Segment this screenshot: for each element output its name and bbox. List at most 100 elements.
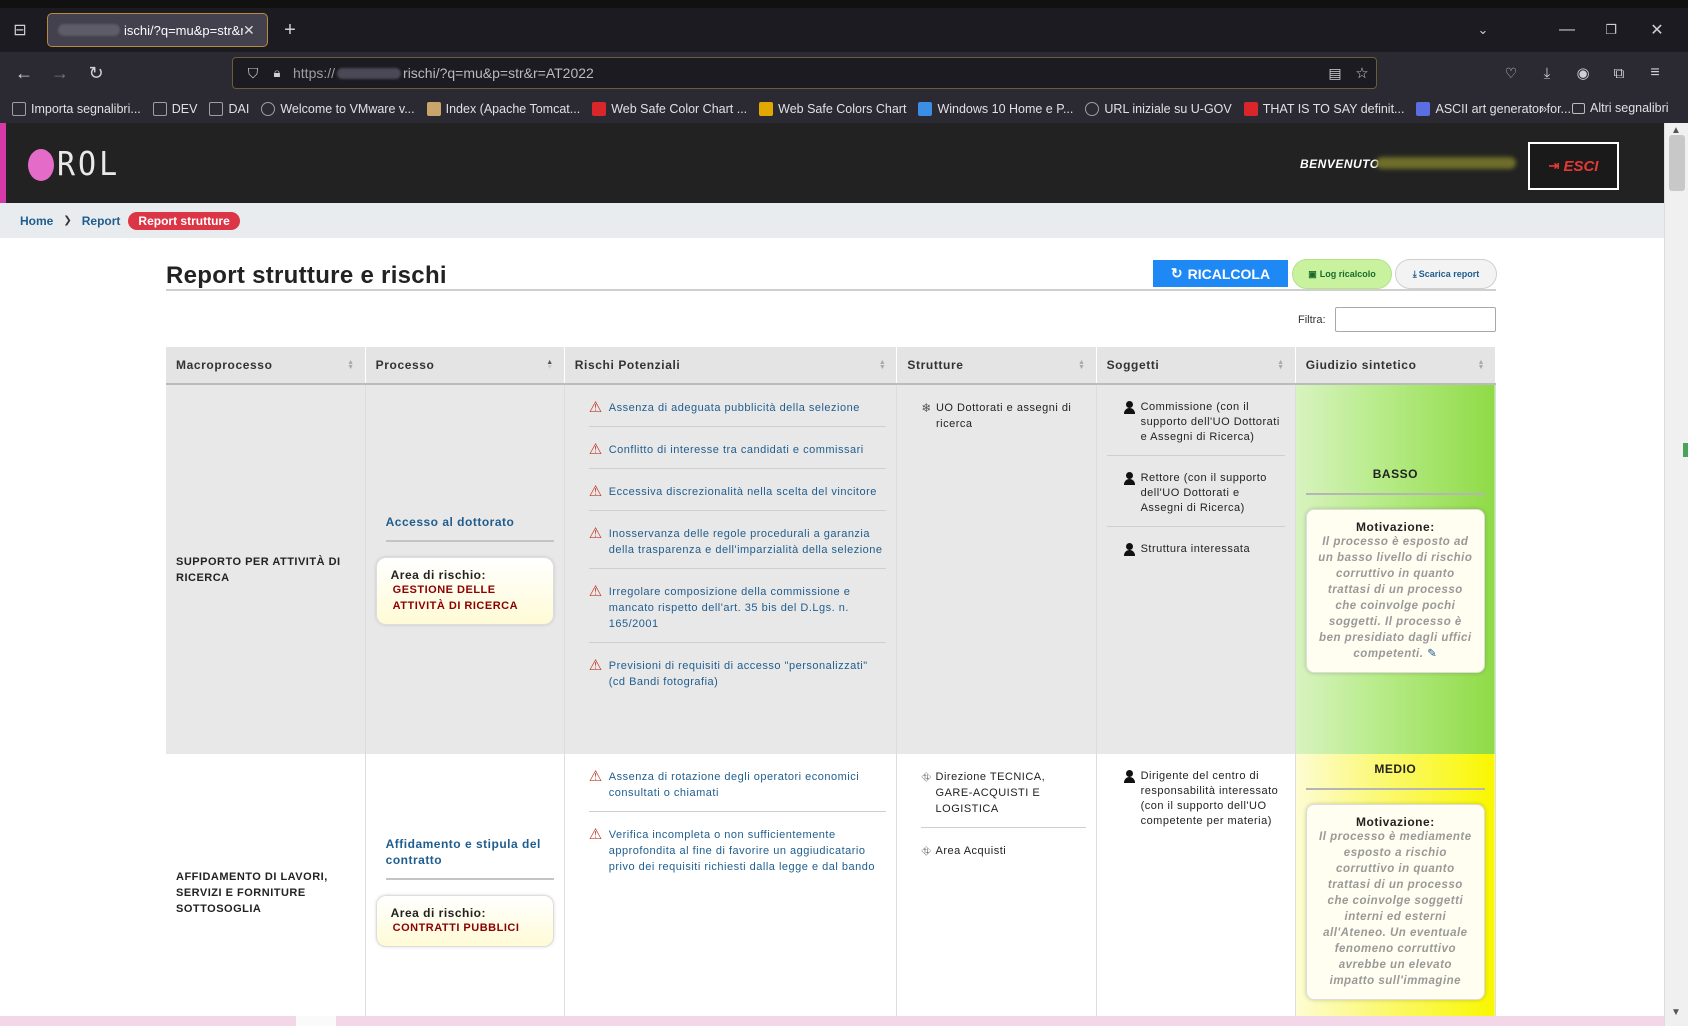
forward-icon[interactable]: → [46, 59, 74, 87]
color-chart-icon [592, 101, 607, 116]
log-file-icon: ▣ [1308, 268, 1317, 279]
bookmark-item[interactable]: DAI [209, 101, 250, 116]
log-ricalcolo-button[interactable]: ▣ Log ricalcolo [1292, 259, 1392, 289]
rischio-item[interactable]: ⚠︎ Assenza di rotazione degli operatori e… [588, 754, 887, 812]
url-bar[interactable]: ⛉ 🔒︎ https:// rischi/?q=mu&p=str&r=AT202… [232, 57, 1377, 89]
filter-input[interactable] [1335, 307, 1496, 332]
scrollbar-thumb[interactable] [1669, 135, 1685, 191]
url-scheme: https:// [293, 65, 336, 81]
rischio-item[interactable]: ⚠︎ Verifica incompleta o non sufficientem… [589, 812, 887, 885]
giudizio-cell: BASSO Motivazione: Il processo è esposto… [1295, 384, 1496, 754]
lock-icon[interactable]: 🔒︎ [263, 59, 291, 87]
rischio-item[interactable]: ⚠︎ Inosservanza delle regole procedurali … [588, 511, 887, 569]
report-table-wrapper: Macroprocesso ▲ ▼ Processo ▲ ▼ Rischi Potenz… [166, 347, 1496, 1021]
bookmark-item[interactable]: THAT IS TO SAY definit... [1243, 101, 1404, 116]
warning-icon: ⚠︎ [588, 483, 603, 500]
sort-icon: ▲ ▼ [347, 359, 355, 371]
col-header-processo[interactable]: Processo ▲ ▼ [365, 347, 565, 385]
rischio-text: Verifica incompleta o non sufficientemen… [608, 829, 875, 873]
breadcrumb-home[interactable]: Home [20, 214, 53, 228]
rischio-item[interactable]: ⚠︎ Irregolare composizione della commissi… [588, 569, 887, 643]
soggetto-item: Rettore (con il supporto dell'UO Dottora… [1106, 456, 1285, 527]
extensions-icon[interactable]: ⧉ [1605, 59, 1633, 87]
bookmark-item[interactable]: ASCII art generator for... [1416, 101, 1571, 116]
col-header-rischi[interactable]: Rischi Potenziali ▲ ▼ [564, 347, 898, 385]
ricalcola-button[interactable]: ↻ RICALCOLA [1153, 260, 1288, 287]
logout-button[interactable]: ⇥ ESCI [1528, 142, 1619, 190]
reload-icon[interactable]: ↻ [82, 59, 110, 87]
processo-link[interactable]: Affidamento e stipula del contratto [385, 836, 554, 880]
snowflake-icon: ❄ [921, 401, 932, 415]
col-header-macroprocesso[interactable]: Macroprocesso ▲ ▼ [166, 347, 366, 385]
filter-label: Filtra: [1298, 314, 1326, 326]
sitemap-icon: ⛗ [921, 844, 932, 858]
close-window-icon[interactable]: ✕ [1643, 16, 1671, 44]
breadcrumb-report[interactable]: Report [82, 214, 121, 228]
struttura-item: ⛗ Direzione TECNICA, GARE-ACQUISTI E LOGI… [921, 754, 1086, 828]
browser-tab[interactable]: ischi/?q=mu&p=str&r= ✕ [47, 13, 268, 47]
bookmark-item[interactable]: Web Safe Color Chart ... [592, 101, 747, 116]
bookmark-item[interactable]: Importa segnalibri... [12, 101, 141, 116]
windows-icon [918, 101, 933, 116]
download-icon[interactable]: ⤓ [1533, 59, 1561, 87]
motivazione-text: Il processo è mediamente esposto a risch… [1319, 831, 1472, 987]
bookmarks-overflow-icon[interactable]: » [1540, 101, 1547, 116]
bookmark-label: Index (Apache Tomcat... [445, 101, 581, 116]
col-header-label: Rischi Potenziali [574, 358, 681, 372]
processo-link[interactable]: Accesso al dottorato [385, 514, 554, 542]
minimize-icon[interactable]: — [1553, 16, 1581, 44]
scroll-down-icon[interactable]: ▼ [1671, 1007, 1681, 1018]
rischio-item[interactable]: ⚠︎ Eccessiva discrezionalità nella scelta… [588, 469, 887, 511]
back-icon[interactable]: ← [10, 59, 38, 87]
bookmark-item[interactable]: Windows 10 Home e P... [918, 101, 1074, 116]
processo-cell: Affidamento e stipula del contratto Area… [365, 754, 565, 1021]
reader-view-icon[interactable]: ▤ [1321, 59, 1349, 87]
macroprocesso-text: AFFIDAMENTO DI LAVORI, SERVIZI E FORNITU… [176, 871, 328, 915]
col-header-strutture[interactable]: Strutture ▲ ▼ [896, 347, 1097, 385]
bookmark-star-icon[interactable]: ☆ [1348, 59, 1376, 87]
bookmark-item[interactable]: Web Safe Colors Chart [759, 101, 906, 116]
rischio-item[interactable]: ⚠︎ Conflitto di interesse tra candidati e… [588, 427, 887, 469]
bookmark-item[interactable]: Index (Apache Tomcat... [426, 101, 581, 116]
soggetto-text: Commissione (con il supporto dell'UO Dot… [1140, 401, 1280, 443]
bookmark-label: DAI [228, 101, 250, 116]
rischio-item[interactable]: ⚠︎ Assenza di adeguata pubblicità della s… [588, 385, 887, 427]
logo-text: ROL [57, 145, 121, 184]
struttura-item: ❄ UO Dottorati e assegni di ricerca [921, 385, 1085, 442]
struttura-text: UO Dottorati e assegni di ricerca [935, 402, 1072, 430]
bookmark-item[interactable]: DEV [152, 101, 197, 116]
macroprocesso-text: SUPPORTO PER ATTIVITÀ DI RICERCA [176, 555, 341, 584]
bookmark-label: Importa segnalibri... [31, 101, 141, 116]
app-logo[interactable]: ROL [28, 145, 121, 184]
pocket-icon[interactable]: ♡ [1497, 59, 1525, 87]
menu-icon[interactable]: ≡ [1641, 59, 1669, 87]
soggetto-text: Rettore (con il supporto dell'UO Dottora… [1140, 472, 1267, 514]
giudizio-cell: MEDIO Motivazione: Il processo è mediame… [1295, 754, 1496, 1021]
tab-list-icon[interactable]: ⊟ [6, 16, 34, 44]
rischio-item[interactable]: ⚠︎ Previsioni di requisiti di accesso "pe… [589, 643, 887, 700]
bookmark-label: Windows 10 Home e P... [937, 101, 1074, 116]
scarica-report-button[interactable]: ⤓ Scarica report [1395, 259, 1497, 289]
new-tab-icon[interactable]: + [276, 16, 304, 44]
bookmarks-bar: Importa segnalibri... DEV DAI Welcome to VM… [0, 94, 1688, 123]
area-rischio-value: GESTIONE DELLE ATTIVITÀ DI RICERCA [392, 584, 519, 612]
sign-out-icon: ⇥ [1548, 158, 1560, 173]
account-icon[interactable]: ◉ [1569, 59, 1597, 87]
sort-asc-icon: ▲ ▼ [546, 359, 554, 371]
edit-icon[interactable]: ✎ [1427, 648, 1437, 660]
processo-cell: Accesso al dottorato Area di rischio: GE… [365, 384, 565, 754]
tab-overflow-chevron-icon[interactable]: ⌄ [1469, 16, 1497, 44]
bookmark-item[interactable]: Welcome to VMware v... [261, 101, 415, 116]
sort-icon: ▲ ▼ [1277, 359, 1285, 371]
bookmark-item[interactable]: URL iniziale su U-GOV [1085, 101, 1232, 116]
sort-icon: ▲ ▼ [878, 359, 887, 371]
restore-icon[interactable]: ❐ [1597, 16, 1625, 44]
folder-icon [1572, 102, 1585, 114]
soggetto-text: Dirigente del centro di responsabilità i… [1140, 770, 1279, 827]
tab-close-icon[interactable]: ✕ [243, 22, 257, 39]
col-header-giudizio[interactable]: Giudizio sintetico ▲ ▼ [1295, 347, 1496, 385]
sitemap-icon: ⛗ [921, 770, 932, 784]
col-header-soggetti[interactable]: Soggetti ▲ ▼ [1096, 347, 1296, 385]
page-scrollbar[interactable]: ▲ ▼ [1664, 123, 1688, 1026]
other-bookmarks[interactable]: Altri segnalibri [1572, 101, 1669, 115]
